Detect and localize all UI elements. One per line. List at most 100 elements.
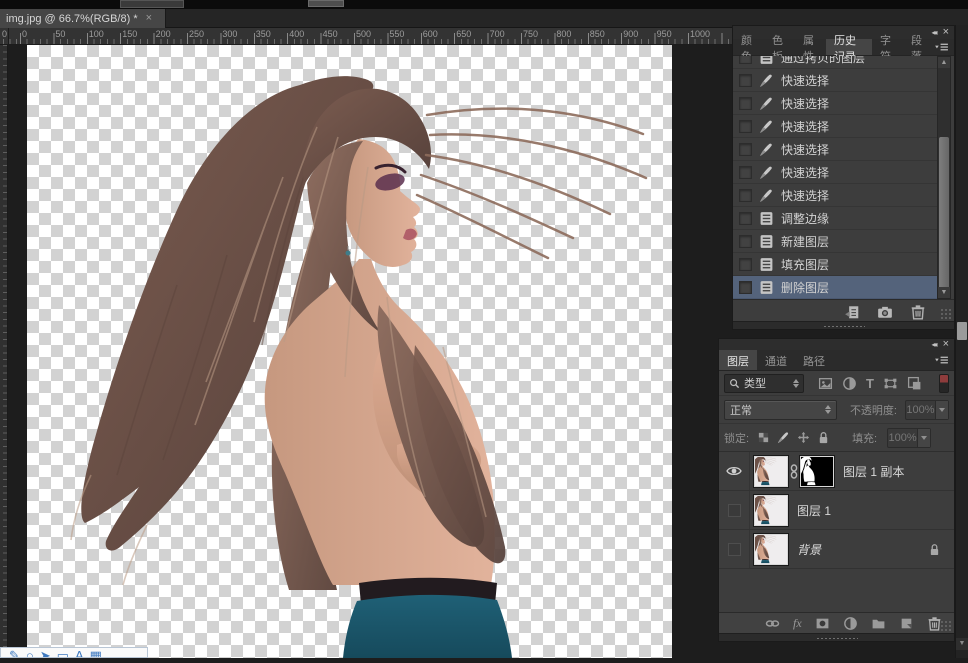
- history-source-checkbox[interactable]: [739, 235, 752, 248]
- right-edge-scrollbar[interactable]: ▼: [955, 25, 968, 658]
- new-document-from-state-icon[interactable]: [844, 304, 860, 320]
- pen-icon[interactable]: ✎: [9, 649, 20, 658]
- history-state-row[interactable]: 快速选择: [733, 69, 939, 92]
- mask-link-icon[interactable]: [789, 464, 799, 479]
- smart-object-filter-icon[interactable]: [907, 376, 922, 391]
- tab-layers[interactable]: 图层: [719, 350, 757, 370]
- layer-thumbnail[interactable]: [754, 534, 788, 565]
- history-state-row[interactable]: 调整边缘: [733, 207, 939, 230]
- tab-character[interactable]: 字符: [872, 39, 903, 55]
- text-icon[interactable]: A: [75, 649, 84, 658]
- collapse-panel-icon[interactable]: ◂◂: [932, 341, 936, 349]
- new-layer-icon[interactable]: [899, 616, 914, 631]
- delete-icon[interactable]: [910, 304, 926, 320]
- visibility-empty-well[interactable]: [728, 543, 741, 556]
- lock-paint-icon[interactable]: [777, 431, 790, 444]
- layer-name[interactable]: 图层 1 副本: [843, 463, 904, 480]
- history-source-checkbox[interactable]: [739, 281, 752, 294]
- history-state-row[interactable]: 快速选择: [733, 92, 939, 115]
- history-state-row[interactable]: 新建图层: [733, 230, 939, 253]
- visibility-empty-well[interactable]: [728, 504, 741, 517]
- layer-row-layer1-copy[interactable]: 图层 1 副本: [719, 452, 954, 491]
- document-tab-close-icon[interactable]: ×: [146, 13, 152, 24]
- new-group-icon[interactable]: [871, 616, 886, 631]
- opacity-field[interactable]: 100%: [905, 400, 949, 420]
- adjustment-layer-filter-icon[interactable]: [842, 376, 857, 391]
- add-layer-mask-icon[interactable]: [815, 616, 830, 631]
- eye-icon[interactable]: [726, 465, 742, 477]
- vertical-ruler[interactable]: [0, 45, 8, 658]
- screenshot-annotation-toolbar[interactable]: ✎ ○ ➤ ▭ A ▦: [0, 647, 148, 658]
- lock-all-icon[interactable]: [817, 431, 830, 444]
- history-source-checkbox[interactable]: [739, 120, 752, 133]
- tab-paths[interactable]: 路径: [795, 350, 833, 370]
- history-state-row-selected[interactable]: 删除图层: [733, 276, 939, 299]
- tab-properties[interactable]: 属性: [795, 39, 826, 55]
- tab-channels[interactable]: 通道: [757, 350, 795, 370]
- horizontal-ruler[interactable]: 0 05010015020025030035040045050055060065…: [0, 28, 732, 45]
- panel-menu-icon[interactable]: [934, 39, 954, 55]
- visibility-cell[interactable]: [719, 530, 750, 568]
- panel-resize-grip[interactable]: [940, 308, 952, 320]
- history-source-checkbox[interactable]: [739, 143, 752, 156]
- lock-transparency-icon[interactable]: [757, 431, 770, 444]
- history-source-checkbox[interactable]: [739, 212, 752, 225]
- collapse-panel-icon[interactable]: ◂◂: [932, 29, 936, 37]
- shape-layer-filter-icon[interactable]: [883, 376, 898, 391]
- panel-resize-grip[interactable]: [940, 620, 952, 632]
- close-panel-icon[interactable]: ×: [943, 339, 949, 350]
- arrow-icon[interactable]: ➤: [40, 649, 51, 658]
- fill-dropdown-icon[interactable]: [917, 429, 930, 447]
- layer-style-icon[interactable]: fx: [793, 616, 802, 631]
- ellipse-icon[interactable]: ○: [26, 649, 34, 658]
- scrollbar-thumb[interactable]: [957, 322, 967, 340]
- canvas-transparent-checkerboard[interactable]: [27, 45, 672, 658]
- blend-mode-dropdown[interactable]: 正常: [724, 400, 837, 420]
- type-layer-filter-icon[interactable]: T: [866, 376, 874, 391]
- layer-thumbnail[interactable]: [754, 456, 788, 487]
- panel-drag-edge[interactable]: [733, 321, 954, 329]
- lock-move-icon[interactable]: [797, 431, 810, 444]
- document-image-woman[interactable]: [27, 45, 672, 658]
- panel-drag-edge[interactable]: [719, 633, 954, 641]
- layer-mask-thumbnail[interactable]: [800, 456, 834, 487]
- new-snapshot-icon[interactable]: [877, 304, 893, 320]
- scrollbar-thumb[interactable]: [939, 137, 949, 289]
- filtering-toggle-switch[interactable]: [939, 374, 949, 393]
- scroll-down-icon[interactable]: ▼: [938, 287, 950, 298]
- visibility-cell[interactable]: [719, 452, 750, 490]
- rectangle-icon[interactable]: ▭: [57, 649, 69, 658]
- layer-name[interactable]: 图层 1: [797, 502, 831, 519]
- opacity-dropdown-icon[interactable]: [935, 401, 948, 419]
- history-state-row[interactable]: 快速选择: [733, 184, 939, 207]
- history-source-checkbox[interactable]: [739, 97, 752, 110]
- pixel-layer-filter-icon[interactable]: [818, 376, 833, 391]
- scroll-up-icon[interactable]: ▲: [938, 57, 950, 68]
- filter-kind-dropdown[interactable]: 类型: [724, 374, 804, 393]
- tab-paragraph[interactable]: 段落: [903, 39, 934, 55]
- new-adjustment-layer-icon[interactable]: [843, 616, 858, 631]
- history-state-row[interactable]: 通过拷贝的图层: [733, 56, 939, 69]
- history-state-row[interactable]: 快速选择: [733, 115, 939, 138]
- history-source-checkbox[interactable]: [739, 166, 752, 179]
- history-source-checkbox[interactable]: [739, 56, 752, 64]
- layer-row-layer1[interactable]: 图层 1: [719, 491, 954, 530]
- tab-color[interactable]: 颜色: [733, 39, 764, 55]
- history-state-row[interactable]: 填充图层: [733, 253, 939, 276]
- scroll-down-icon[interactable]: ▼: [956, 638, 968, 650]
- history-scrollbar[interactable]: ▲ ▼: [937, 56, 951, 299]
- history-state-row[interactable]: 快速选择: [733, 138, 939, 161]
- close-panel-icon[interactable]: ×: [943, 27, 949, 38]
- tab-swatches[interactable]: 色板: [764, 39, 795, 55]
- mosaic-icon[interactable]: ▦: [90, 649, 102, 658]
- history-state-row[interactable]: 快速选择: [733, 161, 939, 184]
- panel-menu-icon[interactable]: [934, 350, 954, 370]
- layer-name[interactable]: 背景: [797, 541, 821, 558]
- history-source-checkbox[interactable]: [739, 189, 752, 202]
- visibility-cell[interactable]: [719, 491, 750, 529]
- history-source-checkbox[interactable]: [739, 74, 752, 87]
- layer-row-background[interactable]: 背景: [719, 530, 954, 569]
- document-tab[interactable]: img.jpg @ 66.7%(RGB/8) * ×: [0, 9, 166, 28]
- tab-history[interactable]: 历史记录: [826, 39, 872, 55]
- history-source-checkbox[interactable]: [739, 258, 752, 271]
